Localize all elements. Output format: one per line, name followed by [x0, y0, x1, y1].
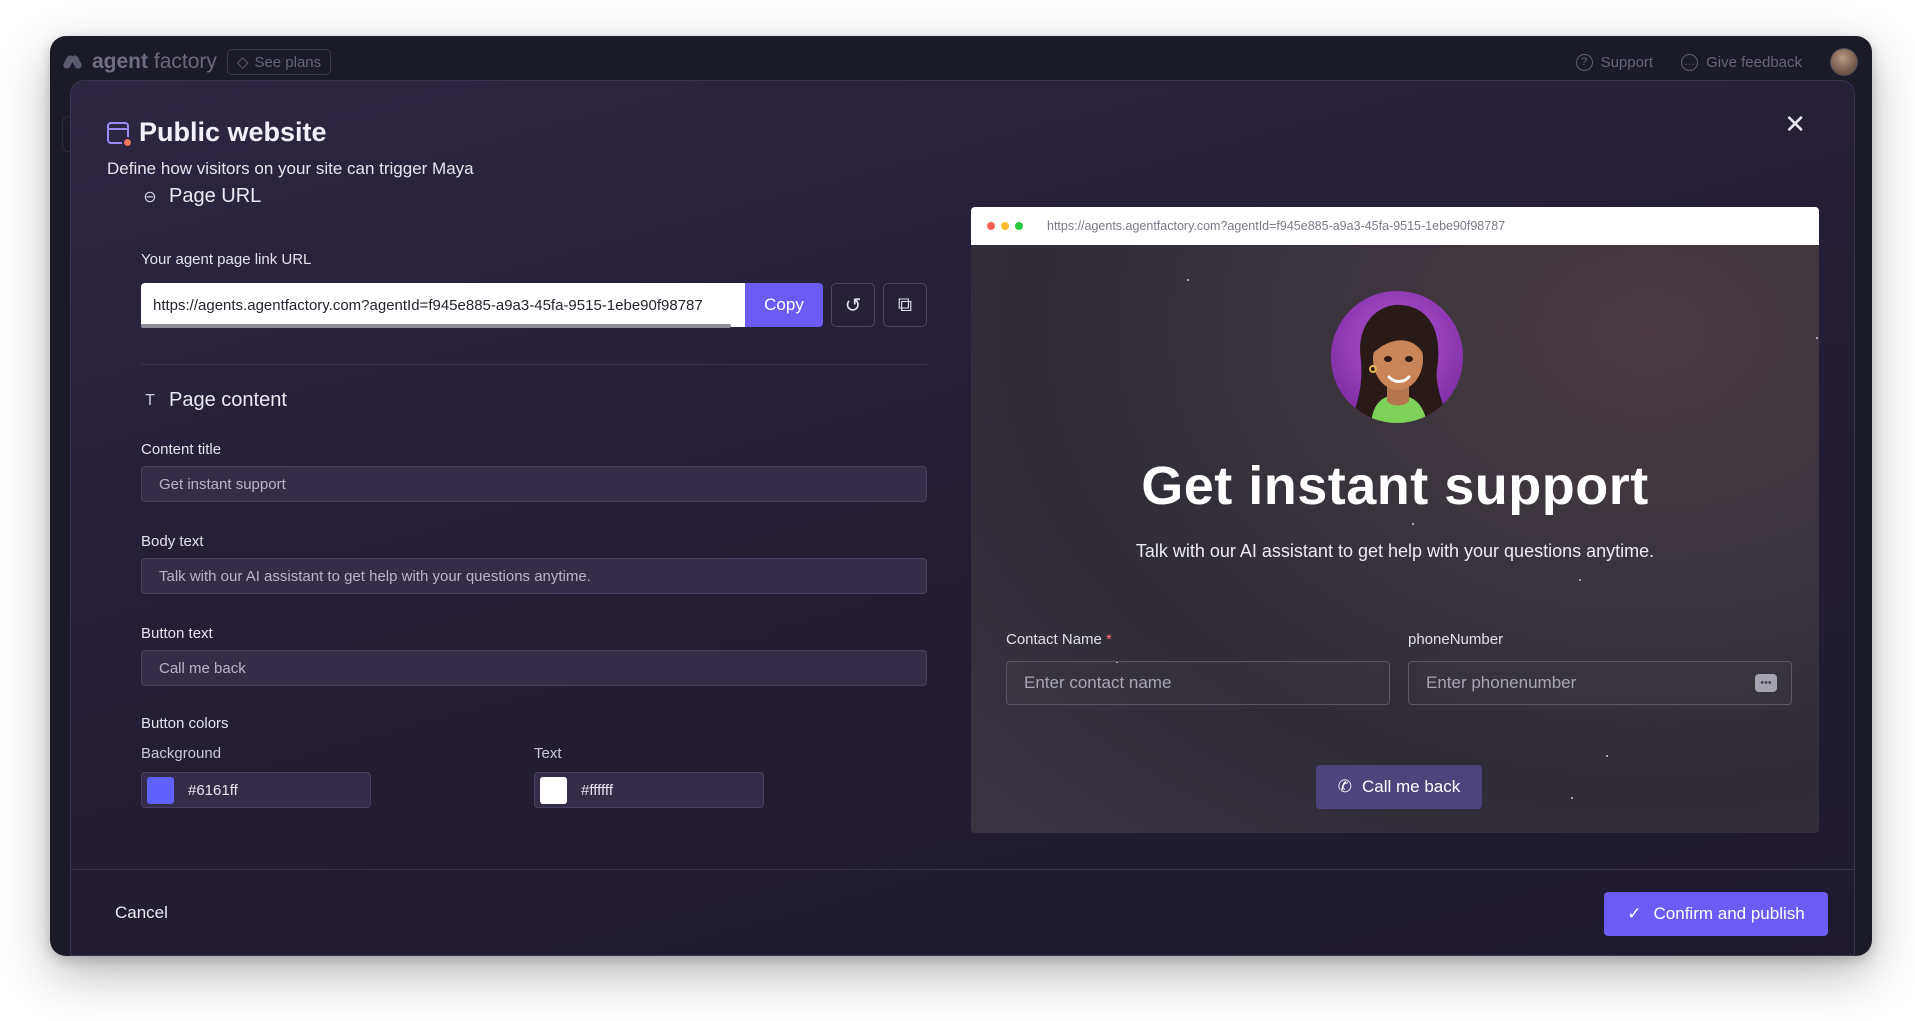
sparkle: [1187, 279, 1189, 281]
modal-title: Public website: [107, 117, 327, 148]
content-title-input[interactable]: Get instant support: [141, 466, 927, 502]
cancel-button[interactable]: Cancel: [115, 903, 168, 923]
required-marker: *: [1106, 631, 1112, 648]
public-website-modal: Public website Define how visitors on yo…: [70, 80, 1855, 956]
background-color-input[interactable]: #6161ff: [141, 772, 371, 808]
keypad-icon[interactable]: •••: [1755, 674, 1777, 692]
sparkle: [1816, 337, 1818, 339]
modal-subtitle: Define how visitors on your site can tri…: [107, 159, 474, 178]
web-page-icon: [107, 121, 133, 148]
url-field[interactable]: https://agents.agentfactory.com?agentId=…: [141, 283, 749, 327]
close-icon[interactable]: ✕: [1784, 111, 1806, 137]
help-icon: ?: [1575, 53, 1593, 71]
see-plans-button[interactable]: ◇ See plans: [226, 49, 332, 75]
call-me-back-label: Call me back: [1361, 777, 1461, 796]
agent-portrait-icon: [1331, 291, 1463, 423]
open-external-button[interactable]: ⧉: [883, 283, 927, 327]
external-link-icon: ⧉: [897, 293, 913, 316]
browser-bar: https://agents.agentfactory.com?agentId=…: [971, 207, 1819, 245]
contact-name-label-text: Contact Name: [1006, 631, 1102, 648]
contact-name-placeholder: Enter contact name: [1024, 673, 1172, 692]
footer-divider: [71, 869, 1854, 870]
text-color-swatch[interactable]: [540, 776, 567, 804]
contact-name-label: Contact Name *: [1006, 631, 1112, 648]
link-icon: ⊖: [143, 188, 157, 206]
brand-name: agent factory: [92, 50, 217, 73]
sparkle: [1606, 755, 1608, 757]
check-icon: ✓: [1627, 904, 1642, 923]
button-colors-label: Button colors: [141, 715, 229, 732]
contact-name-input[interactable]: Enter contact name: [1006, 661, 1390, 705]
text-icon: T: [145, 391, 155, 409]
body-text-label: Body text: [141, 533, 204, 550]
preview-title: Get instant support: [1141, 456, 1649, 516]
body-text-input[interactable]: Talk with our AI assistant to get help w…: [141, 558, 927, 594]
button-text-label: Button text: [141, 625, 213, 642]
sparkle: [1412, 523, 1414, 525]
url-label: Your agent page link URL: [141, 251, 312, 268]
page-url-heading-text: Page URL: [169, 185, 262, 207]
website-preview: https://agents.agentfactory.com?agentId=…: [971, 207, 1819, 833]
content-title-value: Get instant support: [159, 475, 286, 493]
refresh-icon: ↺: [844, 294, 862, 317]
text-color-value: #ffffff: [581, 781, 613, 799]
background-color-swatch[interactable]: [147, 776, 174, 804]
phone-number-placeholder: Enter phonenumber: [1426, 673, 1577, 692]
close-dot-icon: [987, 222, 995, 230]
agent-factory-logo-icon: [62, 53, 83, 71]
button-text-input[interactable]: Call me back: [141, 650, 927, 686]
user-avatar[interactable]: [1830, 48, 1858, 76]
brand[interactable]: agent factory: [62, 50, 217, 74]
phone-icon: ✆: [1337, 777, 1352, 796]
text-color-input[interactable]: #ffffff: [534, 772, 764, 808]
page-url-heading: ⊖ Page URL: [141, 185, 261, 208]
text-color-label: Text: [534, 745, 562, 762]
section-divider: [141, 364, 927, 365]
modal-title-text: Public website: [139, 117, 327, 147]
maximize-dot-icon: [1015, 222, 1023, 230]
give-feedback-link[interactable]: … Give feedback: [1681, 53, 1802, 71]
diamond-icon: ◇: [236, 54, 249, 71]
url-scrollbar[interactable]: [141, 324, 731, 328]
preview-url: https://agents.agentfactory.com?agentId=…: [1047, 219, 1506, 233]
see-plans-label: See plans: [254, 53, 322, 71]
preview-body: Talk with our AI assistant to get help w…: [1135, 541, 1655, 561]
sparkle: [1571, 797, 1573, 799]
phone-number-label: phoneNumber: [1408, 631, 1504, 648]
call-me-back-button[interactable]: ✆ Call me back: [1316, 765, 1482, 809]
support-label: Support: [1600, 53, 1654, 71]
page-content-heading: T Page content: [141, 389, 287, 412]
phone-number-input[interactable]: Enter phonenumber •••: [1408, 661, 1792, 705]
background-color-value: #6161ff: [188, 781, 238, 799]
background-label: Background: [141, 745, 222, 762]
chat-bubble-icon: …: [1681, 53, 1699, 71]
support-link[interactable]: ? Support: [1575, 53, 1654, 71]
give-feedback-label: Give feedback: [1706, 53, 1802, 71]
url-value: https://agents.agentfactory.com?agentId=…: [153, 296, 703, 314]
sparkle: [1579, 579, 1581, 581]
copy-button[interactable]: Copy: [745, 283, 823, 327]
agent-avatar: [1331, 291, 1463, 423]
minimize-dot-icon: [1001, 222, 1009, 230]
button-text-value: Call me back: [159, 659, 246, 677]
body-text-value: Talk with our AI assistant to get help w…: [159, 567, 591, 585]
confirm-publish-button[interactable]: ✓ Confirm and publish: [1604, 892, 1828, 936]
page-content-heading-text: Page content: [169, 389, 287, 411]
confirm-publish-label: Confirm and publish: [1653, 904, 1805, 923]
regenerate-button[interactable]: ↺: [831, 283, 875, 327]
content-title-label: Content title: [141, 441, 222, 458]
